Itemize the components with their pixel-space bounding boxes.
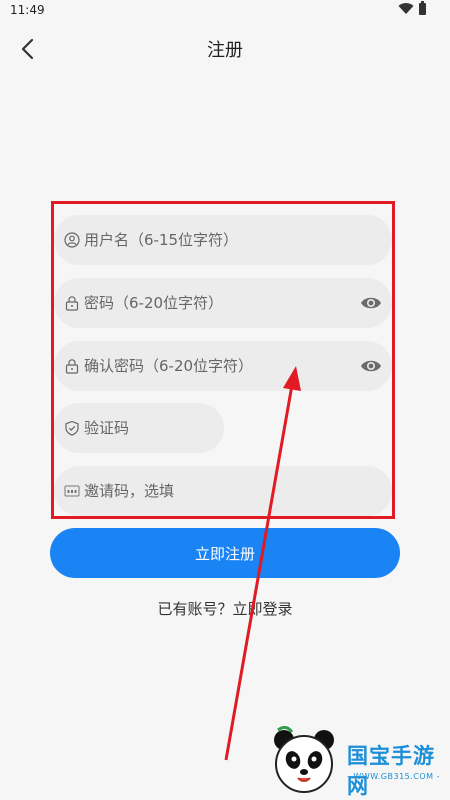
abc-box-icon — [64, 485, 80, 497]
lock-icon — [65, 359, 79, 374]
password-field[interactable]: 密码（6-20位字符） — [54, 278, 392, 328]
confirm-password-placeholder: 确认密码（6-20位字符） — [84, 357, 254, 375]
eye-icon[interactable] — [360, 295, 382, 311]
user-icon — [64, 232, 80, 248]
verification-code-placeholder: 验证码 — [84, 419, 130, 437]
watermark-logo: 国宝手游网 - WWW.GB315.COM - — [262, 722, 450, 800]
battery-icon — [419, 1, 426, 15]
login-link[interactable]: 已有账号？立即登录 — [0, 598, 450, 619]
username-field[interactable]: 用户名（6-15位字符） — [54, 215, 392, 265]
register-button[interactable]: 立即注册 — [50, 528, 400, 578]
lock-icon — [65, 296, 79, 311]
password-placeholder: 密码（6-20位字符） — [84, 294, 224, 312]
shield-icon — [65, 420, 79, 436]
watermark-url: - WWW.GB315.COM - — [347, 772, 440, 781]
page-title: 注册 — [207, 40, 243, 61]
watermark-brand: 国宝手游网 — [347, 744, 435, 798]
register-form: 用户名（6-15位字符） 密码（6-20位字符） 确认密码（6-20位字符） 验… — [50, 198, 400, 528]
wifi-icon — [398, 3, 414, 15]
eye-icon[interactable] — [360, 358, 382, 374]
confirm-password-field[interactable]: 确认密码（6-20位字符） — [54, 341, 392, 391]
panda-icon — [274, 726, 334, 793]
status-bar: 11:49 — [0, 0, 450, 22]
invite-code-placeholder: 邀请码，选填 — [84, 482, 175, 500]
status-time: 11:49 — [10, 3, 45, 17]
invite-code-field[interactable]: 邀请码，选填 — [54, 466, 392, 516]
verification-code-field[interactable]: 验证码 — [54, 403, 224, 453]
app-bar: 注册 — [0, 24, 450, 72]
username-placeholder: 用户名（6-15位字符） — [84, 231, 239, 249]
